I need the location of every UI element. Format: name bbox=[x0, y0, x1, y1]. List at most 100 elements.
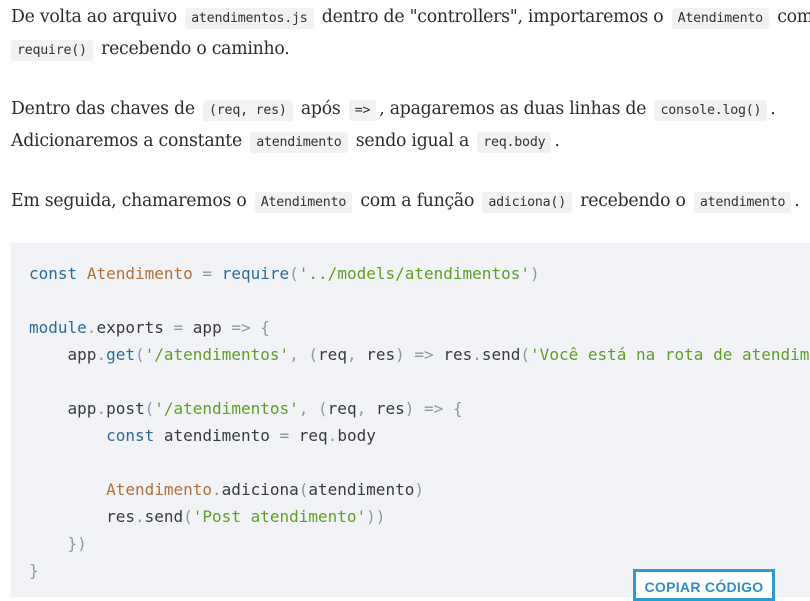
code-token: ( bbox=[289, 264, 299, 283]
inline-code: atendimento bbox=[693, 192, 792, 213]
inline-code: Atendimento bbox=[671, 8, 769, 29]
code-token: req bbox=[298, 426, 328, 445]
code-token: ) bbox=[404, 399, 415, 418]
paragraph-line: require() recebendo o caminho. bbox=[11, 33, 810, 65]
code-token: const bbox=[106, 426, 155, 445]
code-token: adiciona bbox=[221, 480, 299, 499]
inline-code: req.body bbox=[477, 132, 552, 153]
paragraph-constant: Dentro das chaves de (req, res) após =>,… bbox=[11, 93, 776, 157]
text: dentro de "controllers", importaremos o bbox=[321, 7, 664, 27]
code-token: , bbox=[346, 345, 357, 364]
code-token: send bbox=[481, 345, 521, 364]
paragraph-line: De volta ao arquivo atendimentos.js dent… bbox=[11, 1, 810, 33]
code-token: 'Post atendimento' bbox=[192, 507, 367, 526]
code-token: res bbox=[375, 399, 405, 418]
code-token: , bbox=[356, 399, 367, 418]
code-token: . bbox=[327, 426, 338, 445]
code-line: Atendimento.adiciona(atendimento) bbox=[29, 480, 424, 499]
inline-code: => bbox=[348, 100, 377, 121]
code-token: '../models/atendimentos' bbox=[298, 264, 530, 283]
code-token: const bbox=[29, 264, 78, 283]
text: com bbox=[777, 7, 810, 27]
code-token: exports bbox=[96, 318, 164, 337]
text: . bbox=[770, 99, 776, 119]
code-token: send bbox=[144, 507, 184, 526]
code-token: ) bbox=[414, 480, 424, 499]
paragraph-line: Em seguida, chamaremos o Atendimento com… bbox=[11, 185, 800, 217]
code-token: ( bbox=[144, 399, 155, 418]
code-token: app bbox=[67, 399, 97, 418]
code-token: app bbox=[67, 345, 97, 364]
code-token: Atendimento bbox=[106, 480, 213, 499]
code-line: app.get('/atendimentos', (req, res) => r… bbox=[29, 345, 810, 364]
text: recebendo o caminho. bbox=[101, 39, 290, 59]
code-token: atendimento bbox=[308, 480, 415, 499]
paragraph-line: Adicionaremos a constante atendimento se… bbox=[11, 125, 776, 157]
text: após bbox=[300, 99, 341, 119]
code-token: . bbox=[212, 480, 222, 499]
code-token: ) bbox=[395, 345, 405, 364]
code-token: atendimento bbox=[163, 426, 270, 445]
text: . bbox=[554, 131, 560, 151]
code-token: => bbox=[414, 345, 434, 364]
code-token: )) bbox=[366, 507, 386, 526]
code-token: '/atendimentos' bbox=[144, 345, 290, 364]
paragraph-import: De volta ao arquivo atendimentos.js dent… bbox=[11, 1, 810, 65]
code-token: { bbox=[260, 318, 270, 337]
code-token: { bbox=[452, 399, 463, 418]
code-token: body bbox=[337, 426, 376, 445]
code-token: require bbox=[221, 264, 290, 283]
text: Dentro das chaves de bbox=[11, 99, 195, 119]
code-line: const atendimento = req.body bbox=[29, 426, 376, 445]
code-token: . bbox=[96, 399, 107, 418]
code-token: ( bbox=[308, 345, 319, 364]
text: , apagaremos as duas linhas de bbox=[379, 99, 647, 119]
code-token: ) bbox=[529, 264, 540, 283]
code-token: }) bbox=[67, 534, 87, 553]
code-token: = bbox=[279, 426, 290, 445]
code-token: get bbox=[106, 345, 135, 364]
code-token: req bbox=[327, 399, 357, 418]
inline-code: require() bbox=[11, 40, 93, 61]
code-token: . bbox=[86, 318, 97, 337]
code-token: ( bbox=[318, 399, 328, 418]
code-line: }) bbox=[29, 534, 87, 553]
code-token: . bbox=[96, 345, 107, 364]
inline-code: console.log() bbox=[654, 100, 768, 121]
code-token: Atendimento bbox=[86, 264, 193, 283]
code-token: app bbox=[192, 318, 222, 337]
code-token: . bbox=[472, 345, 482, 364]
text: De volta ao arquivo bbox=[11, 7, 177, 27]
code-token: ( bbox=[134, 345, 145, 364]
code-token: post bbox=[106, 399, 145, 418]
text: com a função bbox=[360, 191, 475, 211]
code-line: app.post('/atendimentos', (req, res) => … bbox=[29, 399, 463, 418]
paragraph-line: Dentro das chaves de (req, res) após =>,… bbox=[11, 93, 776, 125]
text: . bbox=[794, 191, 800, 211]
code-token: = bbox=[202, 264, 213, 283]
code-token: ( bbox=[520, 345, 531, 364]
code-block[interactable]: const Atendimento = require('../models/a… bbox=[11, 243, 810, 597]
text: Adicionaremos a constante bbox=[11, 131, 242, 151]
text: Em seguida, chamaremos o bbox=[11, 191, 247, 211]
copy-code-button[interactable]: COPIAR CÓDIGO bbox=[633, 569, 775, 601]
code-line: res.send('Post atendimento')) bbox=[29, 507, 385, 526]
code-token: ( bbox=[183, 507, 193, 526]
text: recebendo o bbox=[580, 191, 686, 211]
code-token: , bbox=[298, 399, 309, 418]
code-token: => bbox=[231, 318, 251, 337]
inline-code: (req, res) bbox=[203, 100, 293, 121]
code-line: } bbox=[29, 561, 39, 580]
code-line: const Atendimento = require('../models/a… bbox=[29, 264, 540, 283]
code-token: } bbox=[29, 561, 39, 580]
text: sendo igual a bbox=[355, 131, 470, 151]
code-token: module bbox=[29, 318, 87, 337]
paragraph-adiciona: Em seguida, chamaremos o Atendimento com… bbox=[11, 185, 800, 217]
inline-code: atendimentos.js bbox=[185, 8, 314, 29]
